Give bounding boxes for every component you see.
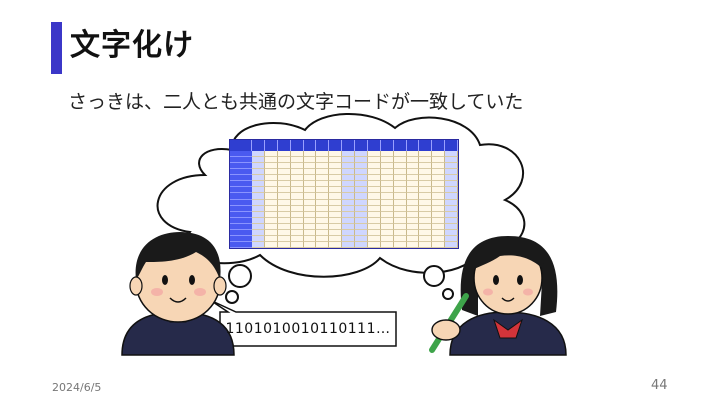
table-header-cell bbox=[380, 140, 394, 151]
table-cell bbox=[342, 241, 355, 248]
table-cell bbox=[445, 241, 458, 248]
slide-date: 2024/6/5 bbox=[52, 381, 102, 394]
table-cell bbox=[355, 241, 368, 248]
table-cell bbox=[419, 241, 433, 248]
table-header-cell bbox=[355, 140, 368, 151]
table-header-cell bbox=[419, 140, 433, 151]
table-header-cell bbox=[393, 140, 407, 151]
character-code-table-image bbox=[229, 139, 459, 249]
table-header-cell bbox=[303, 140, 317, 151]
table-header-cell bbox=[367, 140, 381, 151]
table-cell bbox=[329, 241, 343, 248]
table-header-cell bbox=[230, 140, 252, 151]
page-number: 44 bbox=[651, 378, 668, 393]
table-cell bbox=[277, 241, 291, 248]
table-cell bbox=[252, 241, 265, 248]
table-cell bbox=[290, 241, 304, 248]
table-header-cell bbox=[329, 140, 343, 151]
table-cell bbox=[303, 241, 317, 248]
table-cell bbox=[380, 241, 394, 248]
table-cell bbox=[393, 241, 407, 248]
table-header-cell bbox=[342, 140, 355, 151]
table-cell bbox=[367, 241, 381, 248]
speech-bubble-text: 1101010010110111… bbox=[225, 321, 391, 337]
table-cell bbox=[316, 241, 330, 248]
table-row-header-cell bbox=[230, 241, 252, 248]
table-header-cell bbox=[290, 140, 304, 151]
table-header-cell bbox=[445, 140, 458, 151]
table-header-cell bbox=[252, 140, 265, 151]
table-header-cell bbox=[432, 140, 446, 151]
table-header-cell bbox=[277, 140, 291, 151]
table-cell bbox=[264, 241, 278, 248]
table-header-cell bbox=[316, 140, 330, 151]
table-cell bbox=[432, 241, 446, 248]
table-header-cell bbox=[264, 140, 278, 151]
slide: 文字化け さっきは、二人とも共通の文字コードが一致していた 1101010010… bbox=[0, 0, 720, 405]
table-cell bbox=[406, 241, 420, 248]
table-header-cell bbox=[406, 140, 420, 151]
